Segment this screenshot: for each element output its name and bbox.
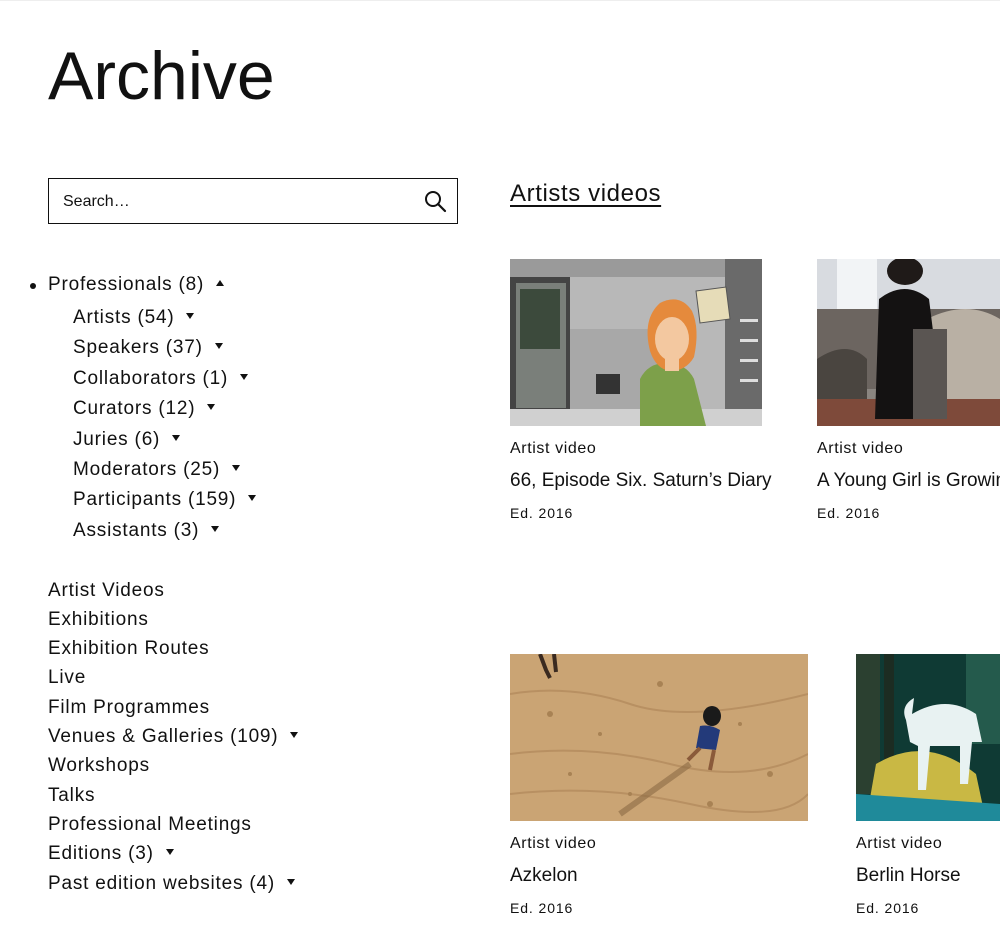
- sidebar-item-label: Professionals (8): [48, 274, 205, 295]
- sidebar-item-label: Professional Meetings: [48, 814, 252, 835]
- sidebar-item-label: Workshops: [48, 755, 150, 776]
- caret-down-icon[interactable]: [287, 878, 295, 885]
- search-input[interactable]: [61, 179, 405, 225]
- video-card[interactable]: Artist video Berlin Horse Ed. 2016: [856, 654, 1000, 924]
- caret-down-icon[interactable]: [165, 848, 174, 855]
- sidebar-subitem-label: Assistants (3): [73, 520, 200, 541]
- sidebar-subitem-collaborators[interactable]: Collaborators (1): [73, 367, 249, 391]
- video-card[interactable]: Artist video Azkelon Ed. 2016: [510, 654, 808, 916]
- caret-down-icon[interactable]: [290, 731, 299, 738]
- caret-down-icon[interactable]: [214, 342, 223, 349]
- sidebar-subitem-assistants[interactable]: Assistants (3): [73, 519, 220, 543]
- video-thumbnail[interactable]: [510, 654, 808, 821]
- card-title[interactable]: Berlin Horse: [856, 865, 961, 887]
- sidebar-item-label: Editions (3): [48, 843, 154, 864]
- card-edition: Ed. 2016: [817, 505, 881, 521]
- top-divider: [0, 0, 1000, 1]
- sidebar-item-exhibitions[interactable]: Exhibitions: [48, 608, 149, 632]
- sidebar-subitem-participants[interactable]: Participants (159): [73, 488, 257, 512]
- video-card[interactable]: Artist video 66, Episode Six. Saturn’s D…: [510, 259, 772, 521]
- active-bullet: [30, 283, 36, 289]
- sidebar-subitem-label: Moderators (25): [73, 459, 221, 480]
- sidebar-item-exhibition-routes[interactable]: Exhibition Routes: [48, 637, 209, 661]
- caret-down-icon[interactable]: [186, 312, 195, 319]
- sidebar-item-label: Venues & Galleries (109): [48, 726, 279, 747]
- sidebar-item-workshops[interactable]: Workshops: [48, 754, 150, 778]
- sidebar-subitem-label: Artists (54): [73, 307, 175, 328]
- sidebar-subitem-juries[interactable]: Juries (6): [73, 428, 181, 452]
- sidebar-subitem-label: Participants (159): [73, 489, 237, 510]
- sidebar-item-talks[interactable]: Talks: [48, 784, 95, 808]
- sidebar-subitem-label: Speakers (37): [73, 337, 203, 358]
- card-kind: Artist video: [510, 440, 597, 457]
- caret-down-icon[interactable]: [240, 373, 249, 380]
- sidebar-item-label: Artist Videos: [48, 580, 165, 601]
- caret-down-icon[interactable]: [232, 464, 241, 471]
- card-kind: Artist video: [856, 835, 943, 852]
- search-icon[interactable]: [423, 189, 447, 213]
- video-card[interactable]: Artist video A Young Girl is Growing Ed.…: [817, 259, 1000, 529]
- card-edition: Ed. 2016: [510, 505, 574, 521]
- sidebar-subitem-label: Curators (12): [73, 398, 196, 419]
- search-box: [48, 178, 458, 225]
- caret-down-icon[interactable]: [248, 494, 257, 501]
- sidebar-subitem-artists[interactable]: Artists (54): [73, 306, 195, 330]
- card-kind: Artist video: [817, 440, 904, 457]
- sidebar-subitem-moderators[interactable]: Moderators (25): [73, 458, 241, 482]
- sidebar-subitem-curators[interactable]: Curators (12): [73, 397, 216, 421]
- sidebar-item-label: Exhibitions: [48, 609, 149, 630]
- page-title: Archive: [48, 38, 275, 114]
- sidebar-subitem-label: Collaborators (1): [73, 368, 229, 389]
- sidebar-item-professional-meetings[interactable]: Professional Meetings: [48, 813, 252, 837]
- video-thumbnail[interactable]: [510, 259, 762, 426]
- caret-down-icon[interactable]: [211, 525, 220, 532]
- caret-up-icon[interactable]: [216, 279, 225, 286]
- sidebar-item-past-edition-websites[interactable]: Past edition websites (4): [48, 872, 295, 896]
- sidebar-subitem-speakers[interactable]: Speakers (37): [73, 336, 223, 360]
- sidebar-item-film-programmes[interactable]: Film Programmes: [48, 696, 210, 720]
- card-kind: Artist video: [510, 835, 597, 852]
- video-thumbnail[interactable]: [856, 654, 1000, 821]
- sidebar-item-label: Exhibition Routes: [48, 638, 210, 659]
- sidebar-item-professionals[interactable]: Professionals (8): [30, 273, 225, 297]
- sidebar-item-label: Talks: [48, 785, 96, 806]
- sidebar-item-artist-videos[interactable]: Artist Videos: [48, 579, 165, 603]
- card-title[interactable]: Azkelon: [510, 865, 578, 887]
- section-title-link[interactable]: Artists videos: [510, 180, 661, 208]
- card-edition: Ed. 2016: [510, 900, 574, 916]
- caret-down-icon[interactable]: [172, 434, 181, 441]
- sidebar-item-label: Live: [48, 667, 87, 688]
- sidebar-item-label: Past edition websites (4): [48, 873, 275, 894]
- caret-down-icon[interactable]: [207, 403, 216, 410]
- card-edition: Ed. 2016: [856, 900, 920, 916]
- sidebar-item-label: Film Programmes: [48, 697, 210, 718]
- sidebar-item-editions[interactable]: Editions (3): [48, 842, 174, 866]
- sidebar-subitem-label: Juries (6): [73, 429, 161, 450]
- video-thumbnail[interactable]: [817, 259, 1000, 426]
- sidebar-item-venues-galleries[interactable]: Venues & Galleries (109): [48, 725, 299, 749]
- card-title[interactable]: A Young Girl is Growing: [817, 470, 1000, 492]
- sidebar-item-live[interactable]: Live: [48, 666, 86, 690]
- card-title[interactable]: 66, Episode Six. Saturn’s Diary: [510, 470, 772, 492]
